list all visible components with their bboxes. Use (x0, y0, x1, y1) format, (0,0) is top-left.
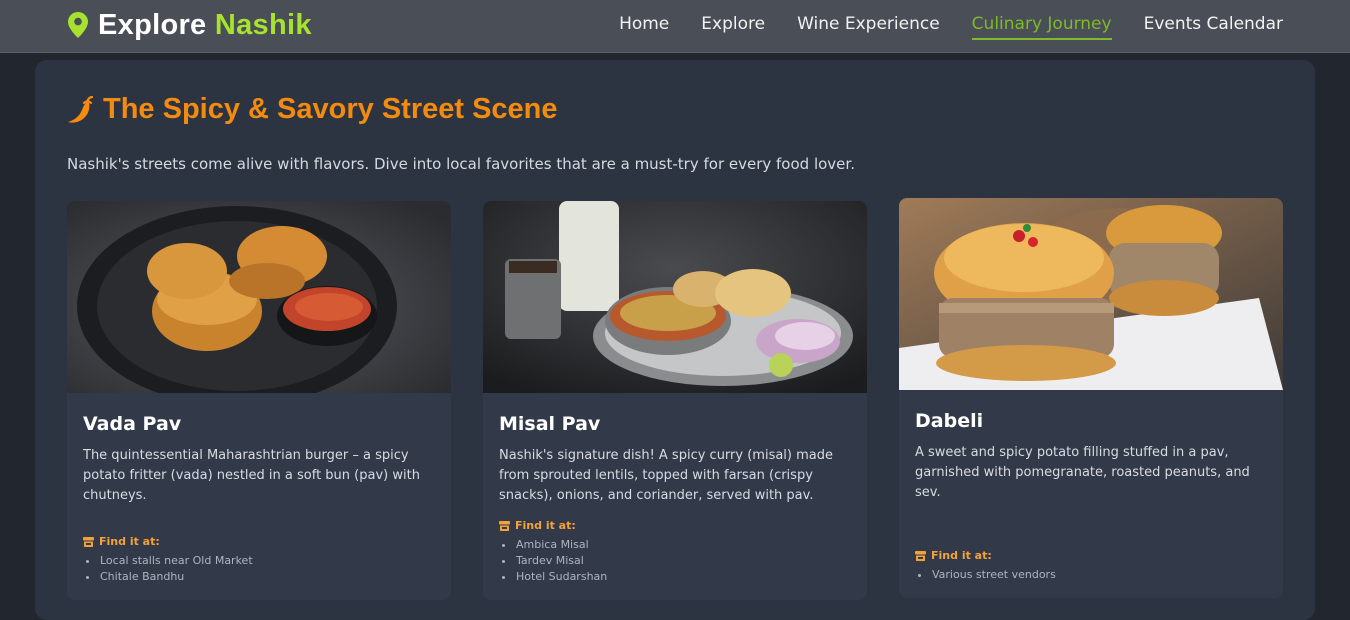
nav-culinary-journey[interactable]: Culinary Journey (971, 12, 1112, 40)
nav-wine-experience[interactable]: Wine Experience (797, 12, 940, 40)
site-header: Explore Nashik Home Explore Wine Experie… (0, 0, 1350, 53)
food-card-misal-pav[interactable]: Misal Pav Nashik's signature dish! A spi… (483, 201, 867, 600)
food-card-vada-pav[interactable]: Vada Pav The quintessential Maharashtria… (67, 201, 451, 600)
brand-accent: Nashik (214, 8, 312, 41)
section-title: The Spicy & Savory Street Scene (103, 93, 558, 125)
list-item: Various street vendors (915, 567, 1056, 583)
list-item: Hotel Sudarshan (499, 569, 607, 585)
card-title: Misal Pav (499, 413, 601, 435)
store-icon (499, 520, 510, 531)
card-title: Dabeli (915, 410, 984, 432)
dabeli-photo (899, 198, 1283, 390)
card-title: Vada Pav (83, 413, 182, 435)
map-pin-icon (68, 12, 88, 38)
misal-pav-photo (483, 201, 867, 393)
vada-pav-photo (67, 201, 451, 393)
chili-pepper-icon (68, 95, 93, 123)
brand-name: Explore Nashik (98, 8, 312, 41)
list-item: Local stalls near Old Market (83, 553, 253, 569)
nav-events-calendar[interactable]: Events Calendar (1144, 12, 1283, 40)
card-description: The quintessential Maharashtrian burger … (83, 448, 420, 503)
find-it-label: Find it at: (915, 549, 992, 562)
brand-logo[interactable]: Explore Nashik (68, 8, 312, 42)
main-nav: Home Explore Wine Experience Culinary Jo… (587, 12, 1283, 40)
card-description: A sweet and spicy potato filling stuffed… (915, 445, 1250, 500)
store-icon (915, 550, 926, 561)
location-list: Ambica Misal Tardev Misal Hotel Sudarsha… (499, 537, 607, 585)
store-icon (83, 536, 94, 547)
find-it-label: Find it at: (83, 535, 160, 548)
section-intro: Nashik's streets come alive with flavors… (67, 155, 855, 173)
food-card-dabeli[interactable]: Dabeli A sweet and spicy potato filling … (899, 198, 1283, 598)
section-header: The Spicy & Savory Street Scene (67, 93, 558, 126)
card-description: Nashik's signature dish! A spicy curry (… (499, 448, 834, 503)
list-item: Chitale Bandhu (83, 569, 253, 585)
list-item: Ambica Misal (499, 537, 607, 553)
location-list: Various street vendors (915, 567, 1056, 583)
find-it-label: Find it at: (499, 519, 576, 532)
nav-explore[interactable]: Explore (701, 12, 765, 40)
list-item: Tardev Misal (499, 553, 607, 569)
location-list: Local stalls near Old Market Chitale Ban… (83, 553, 253, 585)
nav-home[interactable]: Home (619, 12, 669, 40)
